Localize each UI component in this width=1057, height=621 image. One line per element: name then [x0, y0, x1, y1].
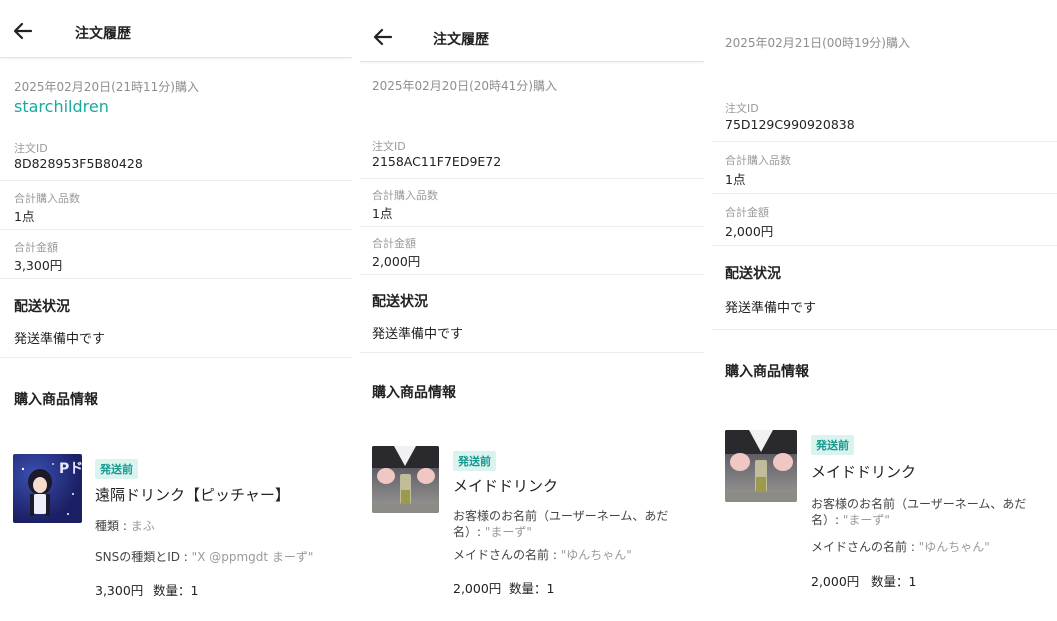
product-option-maid-name: メイドさんの名前 : "ゆんちゃん"	[811, 540, 990, 554]
product-name[interactable]: メイドドリンク	[811, 461, 916, 482]
divider	[712, 193, 1057, 194]
amount-total-label: 合計金額	[14, 241, 58, 254]
order-id-value: 8D828953F5B80428	[14, 156, 143, 171]
status-badge: 発送前	[95, 459, 138, 479]
purchase-date: 2025年02月20日(20時41分)購入	[372, 79, 557, 93]
product-info-heading: 購入商品情報	[14, 392, 98, 408]
divider	[360, 352, 704, 353]
divider	[0, 357, 352, 358]
product-info-heading: 購入商品情報	[725, 364, 809, 380]
order-panel-3: 2025年02月21日(00時19分)購入 注文ID 75D129C990920…	[712, 0, 1057, 621]
product-info-heading: 購入商品情報	[372, 385, 456, 401]
quantity-total-label: 合計購入品数	[372, 189, 438, 202]
divider	[712, 141, 1057, 142]
product-thumbnail[interactable]	[372, 446, 439, 513]
amount-total-value: 2,000円	[372, 254, 421, 269]
divider	[360, 226, 704, 227]
amount-total-label: 合計金額	[725, 206, 769, 219]
order-id-label: 注文ID	[372, 140, 406, 153]
shop-name-link[interactable]: starchildren	[14, 97, 109, 116]
quantity-total-value: 1点	[14, 209, 35, 224]
app-header: 注文履歴	[360, 0, 704, 62]
product-name[interactable]: 遠隔ドリンク【ピッチャー】	[95, 484, 290, 505]
shipping-status-text: 発送準備中です	[14, 332, 106, 347]
order-id-value: 75D129C990920838	[725, 117, 855, 132]
thumbnail-text: Pドリ	[59, 461, 82, 477]
arrow-left-icon[interactable]	[370, 24, 396, 50]
order-id-label: 注文ID	[725, 102, 759, 115]
amount-total-label: 合計金額	[372, 237, 416, 250]
amount-total-value: 2,000円	[725, 224, 774, 239]
item-quantity: 数量：1	[153, 583, 199, 598]
shipping-status-heading: 配送状況	[14, 299, 70, 315]
divider	[712, 329, 1057, 330]
divider	[360, 178, 704, 179]
arrow-left-icon[interactable]	[10, 18, 36, 44]
page-title: 注文履歴	[75, 26, 131, 42]
product-option-type: 種類 : まふ	[95, 519, 155, 533]
product-thumbnail[interactable]: Pドリ	[13, 454, 82, 523]
shipping-status-heading: 配送状況	[372, 294, 428, 310]
divider	[360, 274, 704, 275]
status-badge: 発送前	[811, 435, 854, 455]
quantity-total-value: 1点	[725, 172, 746, 187]
product-thumbnail[interactable]	[725, 430, 797, 502]
order-panel-2: 注文履歴 2025年02月20日(20時41分)購入 注文ID 2158AC11…	[360, 0, 704, 621]
purchase-date: 2025年02月21日(00時19分)購入	[725, 36, 910, 50]
divider	[0, 180, 352, 181]
item-price: 3,300円	[95, 583, 144, 598]
order-id-label: 注文ID	[14, 142, 48, 155]
divider	[712, 245, 1057, 246]
item-quantity: 数量：1	[509, 581, 555, 596]
divider	[0, 229, 352, 230]
item-price: 2,000円	[811, 574, 860, 589]
purchase-date: 2025年02月20日(21時11分)購入	[14, 80, 199, 94]
quantity-total-label: 合計購入品数	[725, 154, 791, 167]
quantity-total-value: 1点	[372, 206, 393, 221]
divider	[0, 278, 352, 279]
shipping-status-text: 発送準備中です	[725, 301, 817, 316]
product-option-maid-name: メイドさんの名前 : "ゆんちゃん"	[453, 548, 632, 562]
product-option-customer-name: お客様のお名前（ユーザーネーム、あだ名）: "まーず"	[453, 509, 669, 539]
page-title: 注文履歴	[433, 32, 489, 48]
item-price: 2,000円	[453, 581, 502, 596]
app-header: 注文履歴	[0, 0, 352, 58]
order-id-value: 2158AC11F7ED9E72	[372, 154, 502, 169]
product-option-sns: SNSの種類とID : "X @ppmgdt まーず"	[95, 550, 314, 564]
status-badge: 発送前	[453, 451, 496, 471]
shipping-status-heading: 配送状況	[725, 266, 781, 282]
product-option-customer-name: お客様のお名前（ユーザーネーム、あだ名）: "まーず"	[811, 497, 1027, 527]
order-panel-1: 注文履歴 2025年02月20日(21時11分)購入 starchildren …	[0, 0, 352, 621]
shipping-status-text: 発送準備中です	[372, 327, 464, 342]
amount-total-value: 3,300円	[14, 258, 63, 273]
quantity-total-label: 合計購入品数	[14, 192, 80, 205]
item-quantity: 数量：1	[871, 574, 917, 589]
product-name[interactable]: メイドドリンク	[453, 475, 558, 496]
